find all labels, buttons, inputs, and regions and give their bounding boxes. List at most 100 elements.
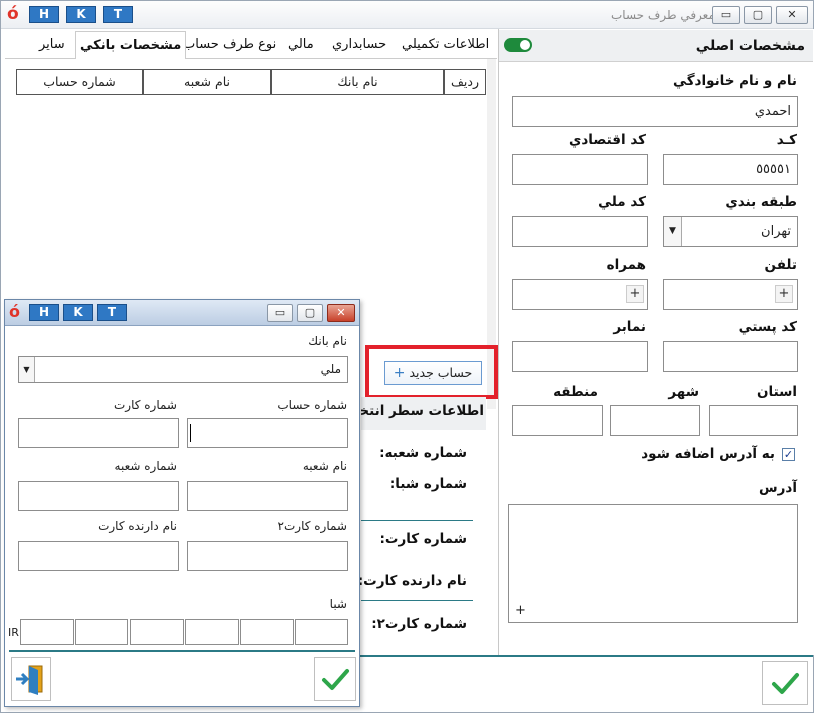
dialog-confirm-button[interactable] bbox=[314, 657, 356, 701]
dialog-minimize-button[interactable]: ▭ bbox=[267, 304, 293, 322]
postal-code-label: كد پستي bbox=[738, 319, 797, 335]
national-code-label: كد ملي bbox=[598, 194, 646, 210]
sheba-input-3[interactable] bbox=[130, 619, 184, 645]
new-account-label: حساب جديد bbox=[409, 365, 473, 380]
category-label: طبقه بندي bbox=[725, 194, 797, 210]
address-textarea[interactable] bbox=[508, 504, 798, 623]
window-title: معرفي طرف حساب bbox=[611, 8, 715, 22]
row-info-title: اطلاعات سطر انتخاب bbox=[361, 403, 484, 419]
phone-add-button[interactable]: + bbox=[775, 285, 793, 303]
row-info-divider-1 bbox=[361, 520, 473, 521]
dialog-check-icon bbox=[322, 669, 349, 690]
name-input[interactable]: احمدي bbox=[512, 96, 798, 127]
exit-door-icon bbox=[16, 665, 43, 695]
city-input[interactable] bbox=[610, 405, 700, 436]
economic-code-label: كد اقتصادي bbox=[569, 132, 646, 148]
text-cursor bbox=[190, 424, 191, 442]
bank-name-dropdown-arrow-icon[interactable]: ▼ bbox=[19, 357, 35, 382]
check-icon bbox=[772, 673, 799, 694]
card-holder-input[interactable] bbox=[18, 541, 179, 571]
tab-extra-info[interactable]: اطلاعات تكميلي bbox=[398, 31, 493, 59]
add-to-address-checkbox[interactable]: ✓ bbox=[782, 448, 795, 461]
grid-header-bank-name[interactable]: نام بانك bbox=[271, 69, 444, 95]
national-code-input[interactable] bbox=[512, 216, 648, 247]
confirm-button[interactable] bbox=[762, 661, 808, 705]
close-button[interactable]: ✕ bbox=[776, 6, 808, 24]
section-title: مشخصات اصلي bbox=[695, 38, 805, 54]
title-bar: ó H K T معرفي طرف حساب ▭ ▢ ✕ bbox=[1, 1, 813, 29]
dialog-bank-name-label: نام بانك bbox=[308, 334, 347, 348]
mobile-label: همراه bbox=[606, 257, 646, 273]
fax-input[interactable] bbox=[512, 341, 648, 372]
branch-name-input[interactable] bbox=[187, 481, 348, 511]
postal-code-input[interactable] bbox=[663, 341, 798, 372]
name-label: نام و نام خانوادگي bbox=[673, 73, 797, 89]
category-value: تهران bbox=[761, 224, 791, 239]
bank-name-select[interactable]: ملي bbox=[18, 356, 348, 383]
k-button[interactable]: K bbox=[66, 6, 96, 23]
city-label: شهر bbox=[668, 384, 699, 400]
fax-label: نمابر bbox=[613, 319, 646, 335]
add-to-address-label: به آدرس اضافه شود bbox=[641, 446, 775, 462]
phone-label: تلفن bbox=[764, 257, 797, 273]
dialog-bottom-divider bbox=[9, 650, 355, 652]
province-label: استان bbox=[756, 384, 797, 400]
mobile-add-button[interactable]: + bbox=[626, 285, 644, 303]
dialog-branch-no-label: شماره شعبه bbox=[114, 459, 177, 473]
bank-account-dialog: ó H K T ▭ ▢ ✕ نام بانك ملي ▼ شماره حساب … bbox=[4, 299, 360, 707]
h-button[interactable]: H bbox=[29, 6, 59, 23]
grid-header-account-no[interactable]: شماره حساب bbox=[16, 69, 143, 95]
dialog-maximize-button[interactable]: ▢ bbox=[297, 304, 323, 322]
dialog-h-button[interactable]: H bbox=[29, 304, 59, 321]
t-button[interactable]: T bbox=[103, 6, 133, 23]
dialog-card-holder-label: نام دارنده كارت bbox=[98, 519, 177, 533]
dialog-branch-name-label: نام شعبه bbox=[302, 459, 347, 473]
card-no-label: شماره كارت: bbox=[379, 531, 468, 547]
dialog-card-no2-label: شماره كارت۲ bbox=[277, 519, 347, 533]
new-account-button[interactable]: حساب جديد + bbox=[384, 361, 482, 385]
dialog-k-button[interactable]: K bbox=[63, 304, 93, 321]
row-info-divider-2 bbox=[361, 600, 473, 601]
dialog-account-no-label: شماره حساب bbox=[277, 398, 347, 412]
sheba-no-label: شماره شبا: bbox=[389, 476, 467, 492]
tab-account-type[interactable]: نوع طرف حساب bbox=[179, 31, 280, 59]
branch-no-input[interactable] bbox=[18, 481, 179, 511]
tab-financial[interactable]: مالي bbox=[284, 31, 318, 59]
card-holder-label: نام دارنده كارت: bbox=[357, 573, 467, 589]
address-add-icon[interactable]: + bbox=[515, 603, 526, 618]
dialog-t-button[interactable]: T bbox=[97, 304, 127, 321]
sheba-input-5[interactable] bbox=[240, 619, 294, 645]
sheba-input-4[interactable] bbox=[185, 619, 239, 645]
sheba-input-1[interactable] bbox=[20, 619, 74, 645]
region-input[interactable] bbox=[512, 405, 603, 436]
grid-header-row-no[interactable]: رديف bbox=[444, 69, 486, 95]
code-input[interactable]: ٥٥٥٥١ bbox=[663, 154, 798, 185]
dialog-title-bar: ó H K T ▭ ▢ ✕ bbox=[5, 300, 359, 326]
dialog-close-button[interactable]: ✕ bbox=[327, 304, 355, 322]
category-dropdown-arrow-icon[interactable]: ▼ bbox=[664, 217, 682, 246]
province-input[interactable] bbox=[709, 405, 798, 436]
dialog-exit-button[interactable] bbox=[11, 657, 51, 701]
branch-no-label: شماره شعبه: bbox=[379, 445, 467, 461]
sheba-prefix: IR bbox=[8, 626, 19, 639]
card-no-input[interactable] bbox=[18, 418, 179, 448]
toggle-switch[interactable] bbox=[504, 38, 532, 52]
grid-header-branch-name[interactable]: نام شعبه bbox=[143, 69, 271, 95]
economic-code-input[interactable] bbox=[512, 154, 648, 185]
address-label: آدرس bbox=[759, 480, 797, 496]
tab-accounting[interactable]: حسابداري bbox=[328, 31, 390, 59]
card-no2-label: شماره كارت۲: bbox=[371, 616, 467, 632]
toggle-knob bbox=[520, 40, 530, 50]
account-no-input[interactable] bbox=[187, 418, 348, 448]
maximize-button[interactable]: ▢ bbox=[744, 6, 772, 24]
card-no2-input[interactable] bbox=[187, 541, 348, 571]
sheba-input-2[interactable] bbox=[75, 619, 128, 645]
category-select[interactable]: تهران bbox=[663, 216, 798, 247]
plus-icon: + bbox=[393, 365, 406, 381]
tab-bank-details[interactable]: مشخصات بانكي bbox=[75, 31, 187, 59]
dialog-app-logo: ó bbox=[9, 302, 20, 321]
region-label: منطقه bbox=[553, 384, 598, 400]
sheba-input-6[interactable] bbox=[295, 619, 348, 645]
tab-other[interactable]: ساير bbox=[35, 31, 69, 59]
minimize-button[interactable]: ▭ bbox=[712, 6, 740, 24]
